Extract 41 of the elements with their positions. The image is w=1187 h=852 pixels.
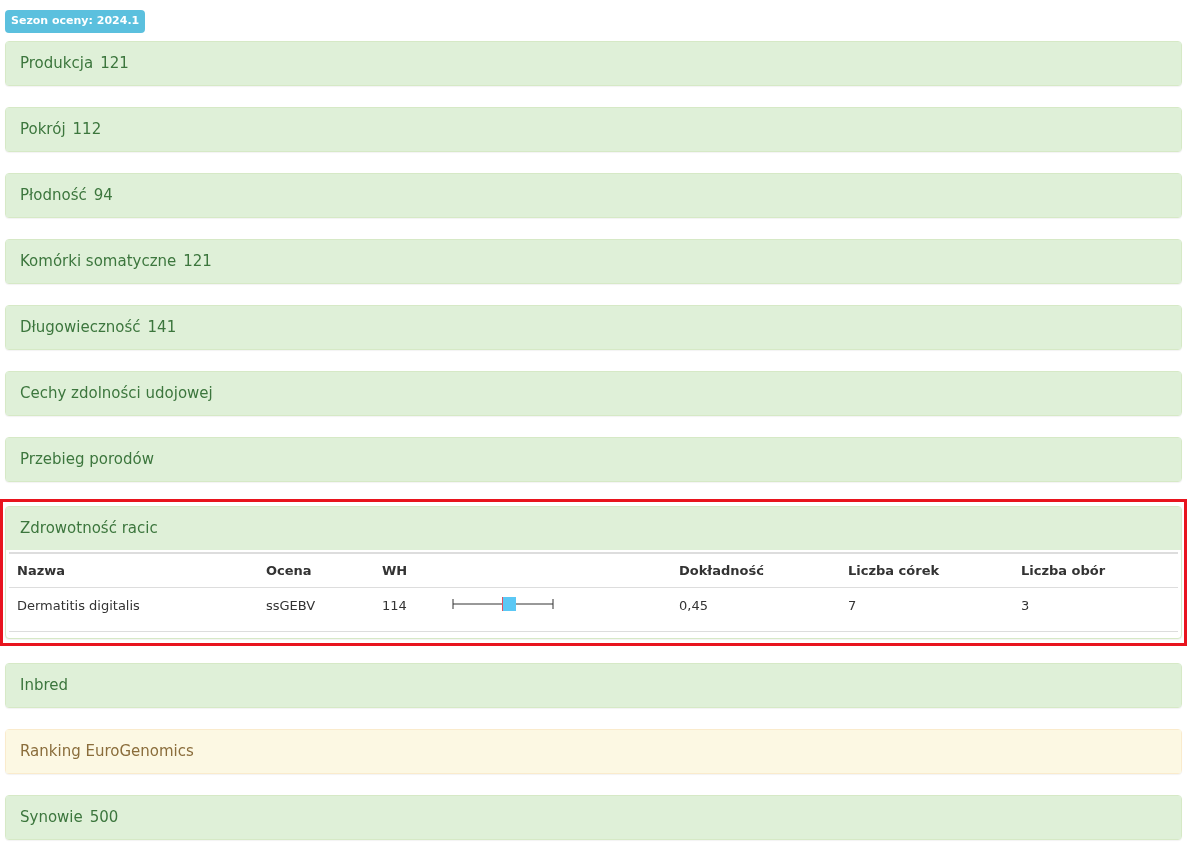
panel-score: 500 bbox=[89, 807, 119, 829]
table-cell: 7 bbox=[848, 598, 857, 613]
table-cell: ssGEBV bbox=[266, 598, 316, 613]
panel-title: Przebieg porodów bbox=[20, 448, 154, 470]
table-cell: Dermatitis digitalis bbox=[17, 598, 140, 613]
panel-title: Synowie bbox=[20, 807, 83, 829]
column-header: Nazwa bbox=[9, 552, 258, 588]
panel-header[interactable]: Pokrój 112 bbox=[6, 107, 1181, 151]
panel-header[interactable]: Płodność 94 bbox=[6, 173, 1181, 217]
panel-score: 121 bbox=[183, 250, 212, 272]
panel-score: 121 bbox=[100, 52, 129, 74]
column-header: Ocena bbox=[258, 552, 374, 588]
panel-title: Komórki somatyczne bbox=[20, 250, 177, 272]
panel-title: Inbred bbox=[20, 675, 69, 697]
table-cell: 3 bbox=[1021, 598, 1030, 613]
panel-score: 141 bbox=[147, 316, 177, 338]
panel-header[interactable]: Komórki somatyczne 121 bbox=[6, 239, 1181, 283]
column-header: Liczba obór bbox=[1013, 552, 1178, 588]
column-header: Liczba córek bbox=[840, 552, 1013, 588]
table-cell: 0,45 bbox=[679, 598, 708, 613]
column-header: WH bbox=[374, 552, 444, 588]
table-cell: 114 bbox=[382, 598, 407, 613]
panel-title: Długowieczność bbox=[20, 316, 141, 338]
panel-title: Produkcja bbox=[20, 52, 94, 74]
season-badge: Sezon oceny: 2024.1 bbox=[5, 10, 146, 33]
column-header: Dokładność bbox=[671, 552, 840, 588]
panel-header[interactable]: Ranking EuroGenomics bbox=[6, 730, 1181, 773]
panel-header[interactable]: Cechy zdolności udojowej bbox=[6, 371, 1181, 415]
panel-score: 94 bbox=[93, 184, 113, 206]
panel-header[interactable]: Inbred bbox=[6, 664, 1181, 707]
panel-title: Cechy zdolności udojowej bbox=[20, 382, 213, 404]
panel-header[interactable]: Przebieg porodów bbox=[6, 437, 1181, 481]
panel-title: Zdrowotność racic bbox=[20, 517, 158, 539]
panel-header[interactable]: Synowie 500 bbox=[6, 796, 1181, 839]
panel-title: Płodność bbox=[20, 184, 87, 206]
panel-header[interactable]: Zdrowotność racic bbox=[6, 506, 1181, 550]
panel-title: Ranking EuroGenomics bbox=[20, 741, 194, 763]
panel-header[interactable]: Produkcja 121 bbox=[6, 41, 1181, 85]
panel-title: Pokrój bbox=[20, 118, 66, 140]
panel-header[interactable]: Długowieczność 141 bbox=[6, 305, 1181, 349]
panel-score: 112 bbox=[72, 118, 102, 140]
